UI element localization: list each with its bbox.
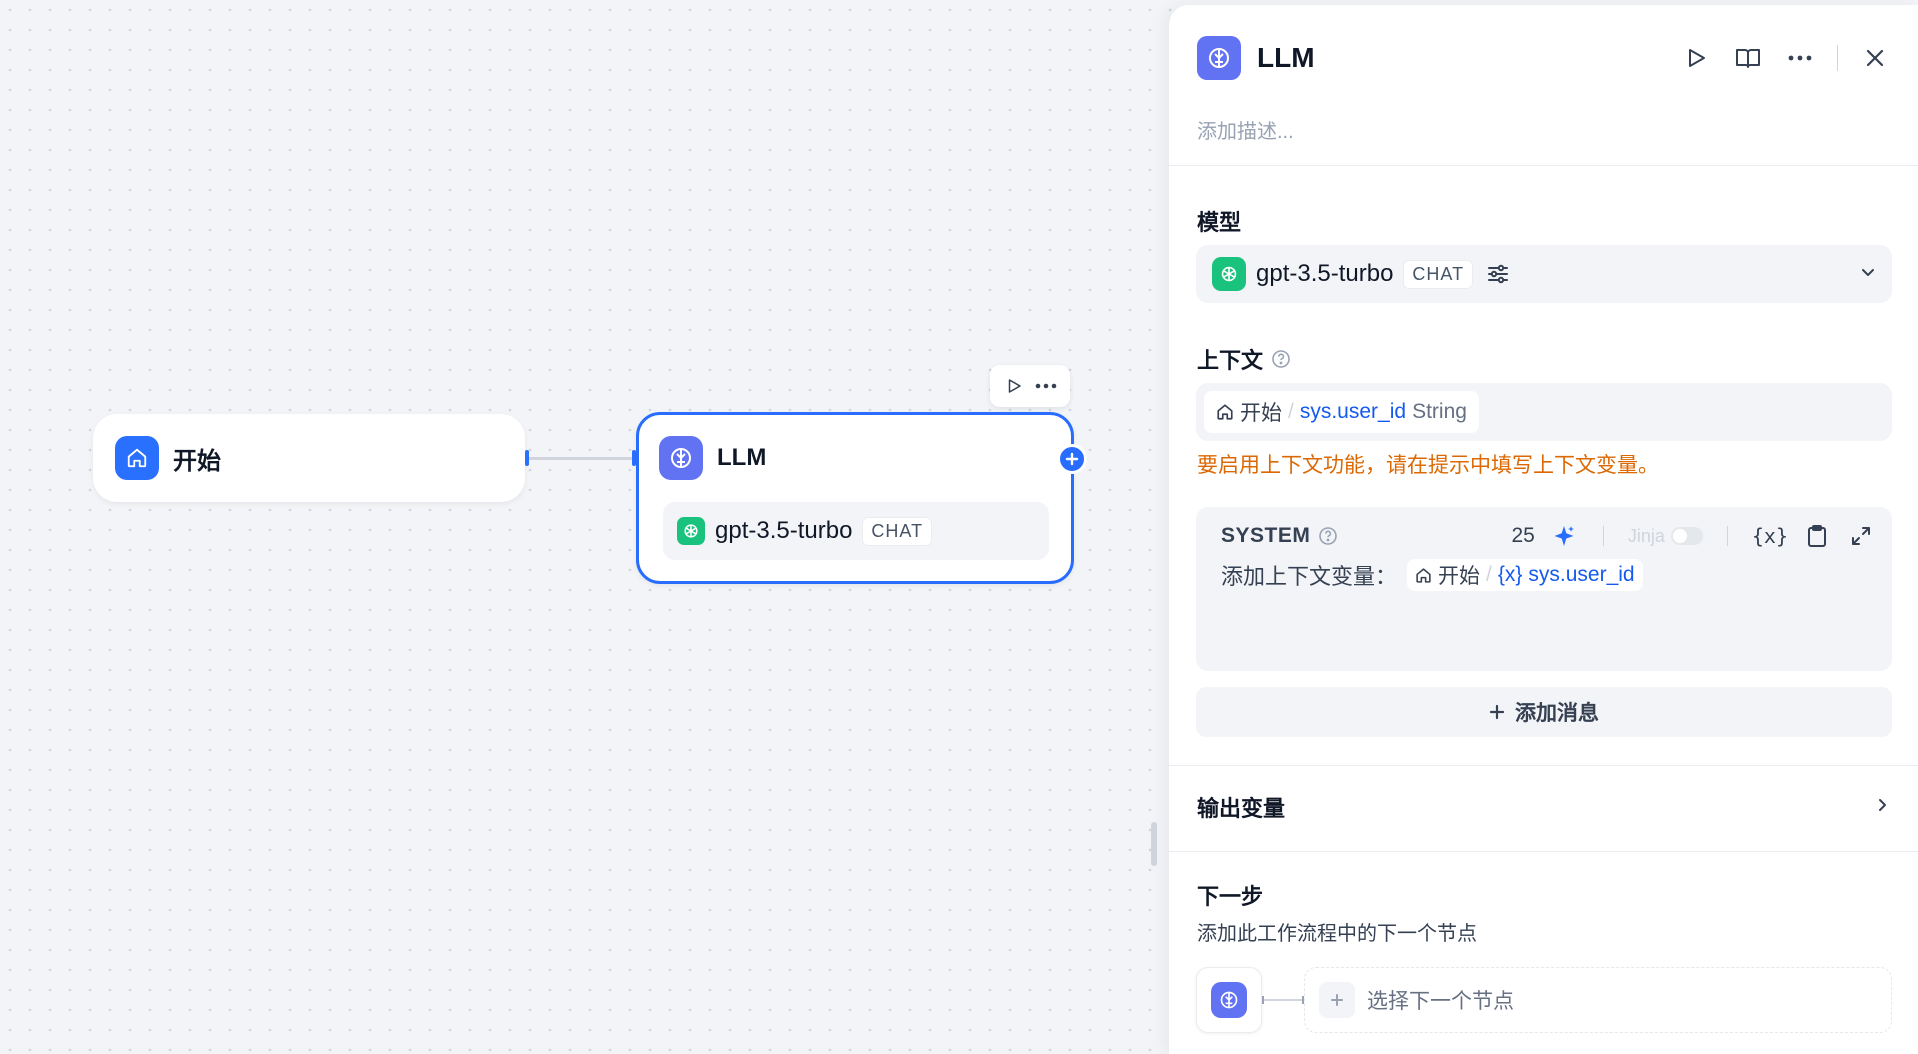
variable-node-name: 开始	[1240, 402, 1282, 425]
output-variables-toggle[interactable]: 输出变量	[1197, 787, 1890, 827]
close-icon[interactable]	[1860, 43, 1890, 73]
help-icon[interactable]	[1271, 349, 1291, 369]
plus-icon	[1489, 704, 1505, 720]
prompt-content[interactable]: 添加上下文变量： 开始 / {x} sys.user_id	[1221, 559, 1643, 591]
book-icon[interactable]	[1733, 43, 1763, 73]
divider	[1169, 765, 1918, 766]
variable-node-name: 开始	[1438, 565, 1481, 588]
add-message-button[interactable]: 添加消息	[1196, 687, 1892, 737]
run-node-button[interactable]	[1681, 43, 1711, 73]
model-selector[interactable]: gpt-3.5-turbo CHAT	[1196, 245, 1892, 303]
jinja-toggle[interactable]: Jinja	[1628, 526, 1703, 547]
home-icon	[115, 436, 159, 480]
description-input[interactable]: 添加描述...	[1197, 115, 1294, 144]
panel-resize-handle[interactable]	[1151, 822, 1157, 866]
connector-line	[1262, 996, 1304, 1004]
plus-icon	[1319, 982, 1355, 1018]
system-prompt-editor[interactable]: SYSTEM 25 Jinja {x} 添加上下文变量： 开始 / {x} sy…	[1196, 507, 1892, 671]
brain-icon	[659, 436, 703, 480]
variable-type: String	[1412, 400, 1467, 423]
context-warning: 要启用上下文功能，请在提示中填写上下文变量。	[1197, 454, 1659, 477]
sparkle-icon[interactable]	[1549, 521, 1579, 551]
output-section-label: 输出变量	[1197, 796, 1286, 821]
context-variable-pill[interactable]: 开始 / sys.user_id String	[1204, 391, 1479, 433]
llm-node-model: gpt-3.5-turbo CHAT	[663, 502, 1049, 560]
context-label-text: 上下文	[1197, 348, 1264, 373]
more-icon[interactable]	[1031, 371, 1061, 401]
selected-model-name: gpt-3.5-turbo	[1256, 260, 1394, 287]
clipboard-icon[interactable]	[1802, 521, 1832, 551]
model-mode-tag: CHAT	[1403, 259, 1474, 289]
node-settings-panel: LLM 添加描述... 模型 gpt-3.5-turbo CHAT 上下文 开始…	[1168, 5, 1918, 1054]
next-step-description: 添加此工作流程中的下一个节点	[1197, 923, 1477, 945]
prompt-header: SYSTEM 25 Jinja {x}	[1221, 521, 1876, 551]
home-icon	[1216, 403, 1234, 421]
panel-title[interactable]: LLM	[1257, 42, 1681, 74]
select-next-node-button[interactable]: 选择下一个节点	[1304, 967, 1892, 1033]
context-variable-selector[interactable]: 开始 / sys.user_id String	[1196, 383, 1892, 441]
token-count: 25	[1511, 524, 1535, 547]
variable-name: sys.user_id	[1299, 400, 1407, 423]
variable-separator: /	[1486, 563, 1492, 586]
chevron-right-icon	[1874, 797, 1890, 818]
next-step-label: 下一步	[1197, 879, 1263, 911]
jinja-label: Jinja	[1627, 525, 1665, 546]
tool-divider	[1726, 526, 1728, 546]
next-step-row: 选择下一个节点	[1196, 967, 1892, 1033]
model-section-label: 模型	[1197, 205, 1241, 237]
more-icon[interactable]	[1785, 43, 1815, 73]
divider	[1169, 851, 1918, 852]
start-node-title: 开始	[173, 447, 221, 475]
tool-divider	[1602, 526, 1604, 546]
llm-node-model-name: gpt-3.5-turbo	[715, 517, 853, 544]
current-node-block	[1196, 967, 1262, 1033]
select-next-node-label: 选择下一个节点	[1367, 990, 1514, 1013]
model-label-text: 模型	[1197, 210, 1242, 235]
help-icon[interactable]	[1318, 526, 1338, 546]
header-divider	[1837, 45, 1838, 71]
start-node-source-handle[interactable]	[525, 450, 529, 466]
brain-icon	[1211, 982, 1247, 1018]
prompt-variable-pill[interactable]: 开始 / {x} sys.user_id	[1407, 559, 1643, 591]
node-toolbar	[990, 365, 1070, 407]
edge-start-llm	[527, 457, 635, 460]
play-icon[interactable]	[999, 371, 1029, 401]
chevron-down-icon	[1860, 264, 1876, 285]
next-step-label-text: 下一步	[1197, 884, 1264, 909]
prompt-role-label: SYSTEM	[1221, 524, 1311, 547]
model-params-icon[interactable]	[1483, 259, 1513, 289]
start-node[interactable]: 开始	[93, 414, 525, 502]
variable-name: sys.user_id	[1528, 563, 1635, 586]
prompt-text: 添加上下文变量：	[1221, 564, 1398, 589]
llm-node-title: LLM	[717, 444, 767, 471]
home-icon	[1415, 567, 1432, 584]
expand-icon[interactable]	[1846, 521, 1876, 551]
openai-icon	[677, 517, 705, 545]
insert-variable-icon[interactable]: {x}	[1752, 524, 1788, 548]
context-section-label: 上下文	[1197, 343, 1291, 375]
model-mode-tag: CHAT	[862, 516, 933, 546]
variable-separator: /	[1288, 400, 1294, 423]
add-message-label: 添加消息	[1515, 702, 1599, 725]
openai-icon	[1212, 257, 1246, 291]
add-next-node-button[interactable]	[1057, 444, 1087, 474]
llm-node[interactable]: LLM gpt-3.5-turbo CHAT	[636, 412, 1074, 584]
jinja-switch[interactable]	[1670, 527, 1703, 545]
brain-icon	[1197, 36, 1241, 80]
workflow-canvas[interactable]: 开始 LLM gpt-3.5-turbo CHAT	[0, 0, 1170, 1054]
variable-symbol: {x}	[1497, 563, 1523, 586]
panel-header: LLM	[1197, 33, 1890, 83]
divider	[1169, 165, 1918, 166]
